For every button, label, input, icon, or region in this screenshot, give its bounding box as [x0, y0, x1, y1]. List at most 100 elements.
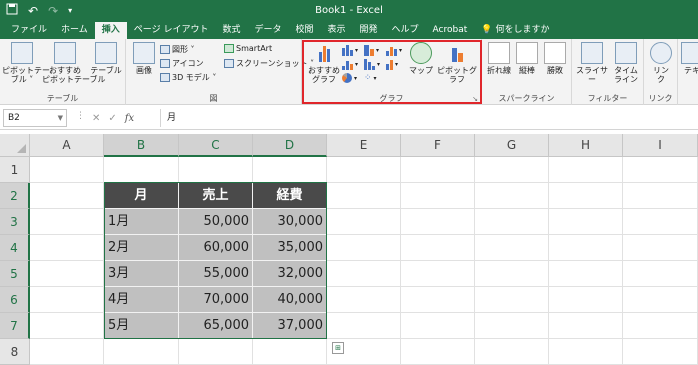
table-cell[interactable]: 1月: [104, 209, 179, 235]
row-header-1[interactable]: 1: [0, 157, 30, 183]
title-bar: ↶ ↷ ▾ Book1 - Excel: [0, 0, 698, 22]
tab-acrobat[interactable]: Acrobat: [426, 22, 475, 39]
table-cell[interactable]: 35,000: [253, 235, 327, 261]
column-header-b[interactable]: B: [104, 134, 179, 157]
tab-view[interactable]: 表示: [321, 22, 353, 39]
table-cell[interactable]: 37,000: [253, 313, 327, 339]
tab-developer[interactable]: 開発: [353, 22, 385, 39]
text-button[interactable]: テキ: [680, 42, 698, 75]
image-icon: [133, 42, 155, 64]
tab-page-layout[interactable]: ページ レイアウト: [127, 22, 216, 39]
group-tables-label: テーブル: [46, 94, 79, 103]
table-cell[interactable]: 4月: [104, 287, 179, 313]
tab-formulas[interactable]: 数式: [215, 22, 247, 39]
enter-icon[interactable]: ✓: [108, 113, 116, 124]
gridline: [400, 157, 401, 365]
slicer-button[interactable]: スライサー: [575, 42, 609, 84]
tab-insert[interactable]: 挿入: [94, 22, 127, 39]
select-all-button[interactable]: [0, 134, 30, 157]
table-cell[interactable]: 60,000: [179, 235, 253, 261]
row-header-3[interactable]: 3: [0, 209, 30, 235]
icons-button[interactable]: アイコン: [160, 58, 204, 69]
cancel-icon[interactable]: ✕: [92, 113, 100, 124]
row-header-6[interactable]: 6: [0, 287, 30, 313]
group-illustrations-label: 図: [209, 94, 218, 103]
column-header-h[interactable]: H: [549, 134, 623, 157]
table-cell[interactable]: 70,000: [179, 287, 253, 313]
tab-help[interactable]: ヘルプ: [385, 22, 426, 39]
tab-file[interactable]: ファイル: [4, 22, 54, 39]
column-header-d[interactable]: D: [253, 134, 327, 157]
row-header-5[interactable]: 5: [0, 261, 30, 287]
icons-label: アイコン: [172, 59, 204, 68]
insert-function-icon[interactable]: fx: [125, 113, 134, 124]
image-button[interactable]: 画像: [130, 42, 158, 75]
formula-buttons: ✕ ✓ fx: [92, 109, 134, 127]
table-cell[interactable]: 3月: [104, 261, 179, 287]
recommended-pivot-button[interactable]: おすすめ ピボットテーブル: [42, 42, 106, 84]
sparkline-line-button[interactable]: 折れ線: [485, 42, 513, 75]
table-cell[interactable]: 50,000: [179, 209, 253, 235]
image-label: 画像: [136, 66, 152, 75]
table-cell[interactable]: 55,000: [179, 261, 253, 287]
table-cell[interactable]: 2月: [104, 235, 179, 261]
name-box[interactable]: B2 ▼: [3, 109, 67, 127]
sparkline-column-button[interactable]: 縦棒: [513, 42, 541, 75]
group-links: リン ク リンク: [644, 39, 678, 105]
sparkline-winloss-button[interactable]: 勝敗: [541, 42, 569, 75]
smartart-button[interactable]: SmartArt: [224, 44, 272, 53]
chevron-down-icon[interactable]: ▼: [58, 110, 63, 126]
row-header-7[interactable]: 7: [0, 313, 30, 339]
link-button[interactable]: リン ク: [648, 42, 674, 84]
screenshot-icon: [224, 59, 234, 68]
group-filters-label: フィルター: [587, 94, 628, 103]
sparkline-winloss-label: 勝敗: [547, 66, 563, 75]
formula-input[interactable]: 月: [160, 109, 698, 127]
table-cell[interactable]: 5月: [104, 313, 179, 339]
row-header-4[interactable]: 4: [0, 235, 30, 261]
gridline: [548, 157, 549, 365]
table-cell[interactable]: 65,000: [179, 313, 253, 339]
formula-bar-grip-icon[interactable]: ⋮: [76, 111, 85, 121]
text-box-icon: [681, 42, 698, 64]
charts-group-highlight: [302, 40, 482, 104]
column-header-i[interactable]: I: [623, 134, 698, 157]
sparkline-line-icon: [488, 42, 510, 64]
lightbulb-icon: 💡: [481, 25, 493, 35]
column-header-g[interactable]: G: [475, 134, 549, 157]
table-cell[interactable]: 40,000: [253, 287, 327, 313]
timeline-label: タイム ライン: [614, 66, 638, 84]
table-label: テーブル: [90, 66, 122, 75]
table-button[interactable]: テーブル: [89, 42, 123, 75]
sparkline-line-label: 折れ線: [487, 66, 511, 75]
table-header-cell[interactable]: 月: [104, 183, 179, 209]
tab-data[interactable]: データ: [247, 22, 288, 39]
column-header-e[interactable]: E: [327, 134, 401, 157]
link-label: リン ク: [653, 66, 669, 84]
quick-analysis-icon[interactable]: ⊞: [332, 342, 344, 354]
worksheet-grid[interactable]: ABCDEFGHI 12345678 月売上 経費 1月 50,000 30,000 2月…: [0, 134, 698, 365]
column-header-a[interactable]: A: [30, 134, 104, 157]
column-header-c[interactable]: C: [179, 134, 253, 157]
row-header-8[interactable]: 8: [0, 339, 30, 365]
shapes-button[interactable]: 図形 ˅: [160, 44, 195, 55]
group-filters: スライサー タイム ライン フィルター: [572, 39, 644, 105]
table-cell[interactable]: 32,000: [253, 261, 327, 287]
icons-icon: [160, 59, 170, 68]
timeline-button[interactable]: タイム ライン: [610, 42, 642, 84]
shapes-label: 図形 ˅: [172, 45, 195, 54]
text-label: テキ: [684, 66, 698, 75]
tab-review[interactable]: 校閲: [288, 22, 320, 39]
row-header-2[interactable]: 2: [0, 183, 30, 209]
table-header-cell[interactable]: 売上: [179, 183, 253, 209]
shapes-icon: [160, 45, 170, 54]
tab-home[interactable]: ホーム: [54, 22, 95, 39]
table-cell[interactable]: 30,000: [253, 209, 327, 235]
table-header-cell[interactable]: 経費: [253, 183, 327, 209]
tell-me-search[interactable]: 💡 何をしますか: [474, 22, 556, 39]
3d-model-button[interactable]: 3D モデル ˅: [160, 72, 216, 83]
column-header-f[interactable]: F: [401, 134, 475, 157]
pivot-table-button[interactable]: ピボットテー ブル ˅: [2, 42, 50, 84]
smartart-label: SmartArt: [236, 44, 273, 53]
screenshot-button[interactable]: スクリーンショット ˅: [224, 58, 314, 69]
